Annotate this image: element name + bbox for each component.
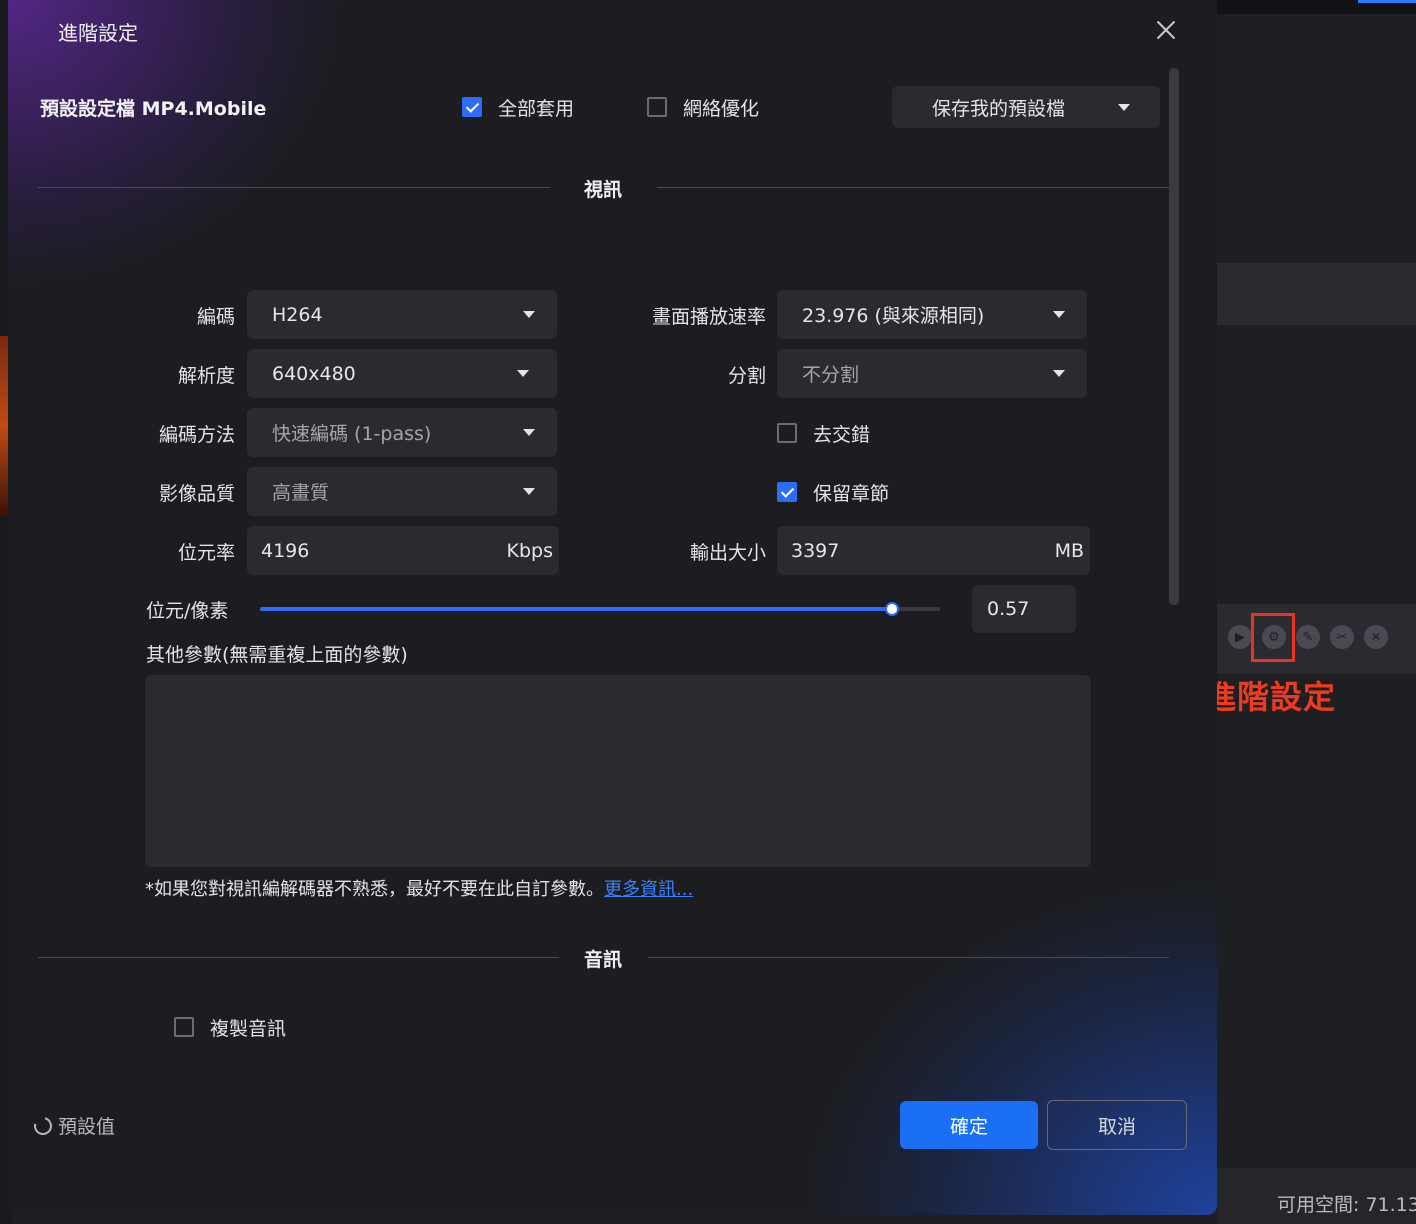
advanced-settings-dialog: 進階設定 預設設定檔 MP4.Mobile 全部套用 網絡優化 保存我的預設檔 … bbox=[8, 0, 1217, 1215]
ok-button[interactable]: 確定 bbox=[900, 1101, 1038, 1149]
background-panel-row bbox=[1217, 263, 1416, 325]
output-size-label: 輸出大小 bbox=[689, 542, 766, 564]
background-top-accent bbox=[1358, 0, 1416, 3]
bits-per-pixel-label: 位元/像素 bbox=[146, 600, 229, 622]
refresh-icon bbox=[30, 1113, 56, 1138]
deinterlace-checkbox[interactable] bbox=[777, 423, 797, 443]
annotation-highlight-box bbox=[1251, 613, 1295, 662]
encode-method-value: 快速編碼 (1-pass) bbox=[272, 423, 432, 445]
play-icon[interactable]: ▶ bbox=[1228, 625, 1252, 649]
annotation-label: 進階設定 bbox=[1204, 678, 1337, 716]
bits-per-pixel-value: 0.57 bbox=[987, 598, 1030, 620]
bitrate-label: 位元率 bbox=[177, 542, 235, 564]
remove-icon[interactable]: ✕ bbox=[1364, 625, 1388, 649]
network-optimize-label: 網絡優化 bbox=[683, 98, 760, 120]
resolution-value: 640x480 bbox=[272, 362, 356, 385]
codec-label: 編碼 bbox=[196, 306, 235, 328]
chevron-down-icon bbox=[1053, 311, 1065, 318]
codec-warning-text: *如果您對視訊編解碼器不熟悉，最好不要在此自訂參數。 bbox=[145, 879, 604, 900]
encode-method-select[interactable]: 快速編碼 (1-pass) bbox=[247, 408, 557, 457]
cut-icon[interactable]: ✂ bbox=[1330, 625, 1354, 649]
bits-per-pixel-slider[interactable] bbox=[260, 602, 940, 616]
audio-divider-left bbox=[38, 957, 559, 958]
output-size-input[interactable]: 3397 MB bbox=[777, 526, 1090, 575]
section-divider-left bbox=[38, 187, 550, 188]
split-label: 分割 bbox=[727, 365, 766, 387]
output-size-value: 3397 bbox=[791, 539, 840, 562]
slider-fill bbox=[260, 607, 893, 611]
deinterlace-label: 去交錯 bbox=[813, 424, 871, 446]
reset-default-label: 預設值 bbox=[58, 1116, 116, 1138]
encode-method-label: 編碼方法 bbox=[158, 424, 235, 446]
output-size-unit: MB bbox=[1054, 539, 1084, 562]
dialog-scrollbar[interactable] bbox=[1169, 68, 1179, 605]
chevron-down-icon bbox=[523, 488, 535, 495]
bitrate-input[interactable]: 4196 Kbps bbox=[247, 526, 559, 575]
keep-chapters-checkbox[interactable] bbox=[777, 482, 797, 502]
frame-rate-value: 23.976 (與來源相同) bbox=[802, 305, 985, 327]
more-info-link[interactable]: 更多資訊... bbox=[604, 879, 693, 900]
split-select[interactable]: 不分割 bbox=[777, 349, 1087, 398]
split-value: 不分割 bbox=[802, 364, 860, 386]
reset-default-button[interactable]: 預設值 bbox=[30, 1112, 116, 1139]
quality-select[interactable]: 高畫質 bbox=[247, 467, 557, 516]
free-space-text: 可用空間: 71.13 bbox=[1277, 1194, 1416, 1216]
audio-divider-right bbox=[648, 957, 1169, 958]
video-section-title: 視訊 bbox=[584, 179, 623, 201]
preset-label: 預設設定檔 MP4.Mobile bbox=[40, 98, 267, 120]
codec-select[interactable]: H264 bbox=[247, 290, 557, 339]
network-optimize-checkbox[interactable] bbox=[647, 97, 667, 117]
extra-params-textarea[interactable] bbox=[145, 675, 1091, 867]
section-divider-right bbox=[657, 187, 1169, 188]
codec-value: H264 bbox=[272, 303, 323, 326]
save-preset-label: 保存我的預設檔 bbox=[932, 97, 1066, 120]
keep-chapters-label: 保留章節 bbox=[813, 483, 890, 505]
audio-section-title: 音訊 bbox=[584, 949, 623, 971]
slider-handle[interactable] bbox=[885, 602, 900, 616]
extra-params-label: 其他參數(無需重複上面的參數) bbox=[146, 644, 408, 666]
edit-icon[interactable]: ✎ bbox=[1296, 625, 1320, 649]
apply-all-label: 全部套用 bbox=[498, 98, 575, 120]
chevron-down-icon bbox=[523, 429, 535, 436]
background-top-bar bbox=[1217, 0, 1416, 14]
chevron-down-icon bbox=[1053, 370, 1065, 377]
quality-value: 高畫質 bbox=[272, 482, 330, 504]
copy-audio-checkbox[interactable] bbox=[174, 1017, 194, 1037]
bits-per-pixel-value-field[interactable]: 0.57 bbox=[972, 585, 1076, 633]
chevron-down-icon bbox=[523, 311, 535, 318]
quality-label: 影像品質 bbox=[158, 483, 235, 505]
apply-all-checkbox[interactable] bbox=[462, 97, 482, 117]
close-icon[interactable] bbox=[1154, 18, 1178, 42]
dialog-title: 進階設定 bbox=[58, 21, 138, 45]
cancel-button[interactable]: 取消 bbox=[1047, 1100, 1187, 1150]
resolution-label: 解析度 bbox=[177, 365, 235, 387]
resolution-select[interactable]: 640x480 bbox=[247, 349, 557, 398]
copy-audio-label: 複製音訊 bbox=[210, 1018, 287, 1040]
chevron-down-icon bbox=[1118, 104, 1130, 111]
bitrate-value: 4196 bbox=[261, 539, 310, 562]
save-preset-dropdown[interactable]: 保存我的預設檔 bbox=[892, 86, 1160, 128]
frame-rate-select[interactable]: 23.976 (與來源相同) bbox=[777, 290, 1087, 339]
codec-warning-note: *如果您對視訊編解碼器不熟悉，最好不要在此自訂參數。更多資訊... bbox=[145, 875, 693, 901]
chevron-down-icon bbox=[517, 370, 529, 377]
bitrate-unit: Kbps bbox=[506, 539, 553, 562]
frame-rate-label: 畫面播放速率 bbox=[651, 306, 766, 328]
